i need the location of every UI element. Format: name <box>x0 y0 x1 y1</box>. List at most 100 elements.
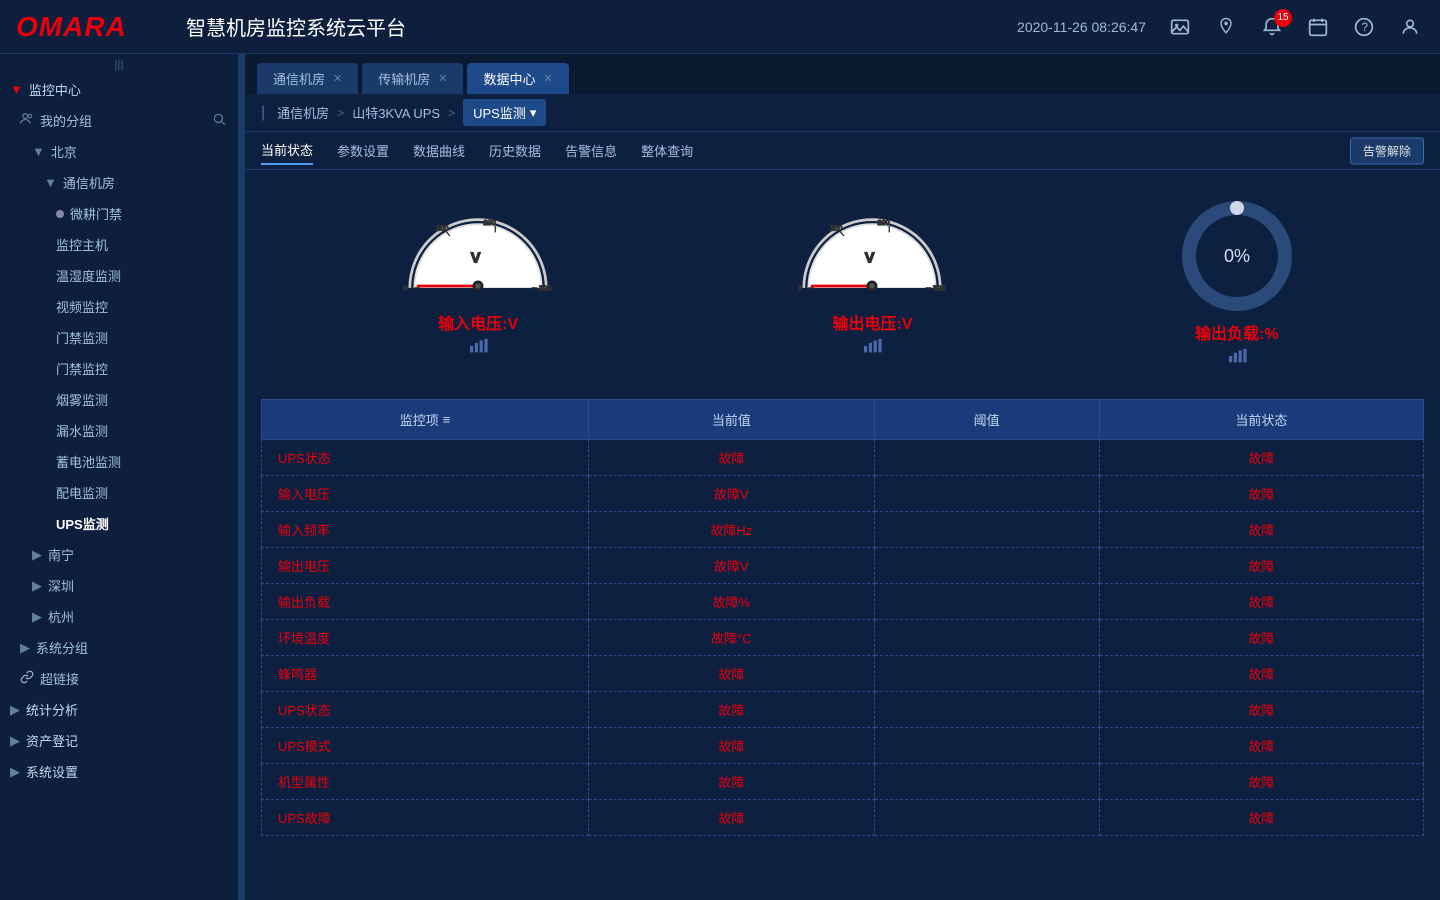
cell-current-value: 故障 <box>589 800 875 836</box>
tab-close-trans-room[interactable]: ✕ <box>438 72 447 85</box>
tab-close-comm-room[interactable]: ✕ <box>333 72 342 85</box>
calendar-icon[interactable] <box>1304 13 1332 41</box>
output-load-label: 输出负载:% <box>1195 320 1279 344</box>
table-row: 环境温度 故障°C 故障 <box>262 620 1424 656</box>
sub-tab-data-curve[interactable]: 数据曲线 <box>413 137 465 164</box>
cell-current-value: 故障°C <box>589 620 875 656</box>
breadcrumb-bar: | 通信机房 > 山特3KVA UPS > UPS监测 ▾ <box>245 94 1440 132</box>
sidebar-item-monitor-center[interactable]: ▼ 监控中心 <box>0 74 238 105</box>
sidebar-item-my-group[interactable]: 我的分组 <box>0 105 238 136</box>
output-voltage-chart-icon[interactable] <box>862 338 882 359</box>
main-layout: ||| ▼ 监控中心 我的分组 ▼ 北京 ▼ 通信机房 <box>0 54 1440 900</box>
cell-threshold <box>874 728 1099 764</box>
sub-tab-history-data[interactable]: 历史数据 <box>489 137 541 164</box>
svg-text:300: 300 <box>933 284 945 293</box>
sidebar-item-beijing[interactable]: ▼ 北京 <box>0 136 238 167</box>
cell-current-value: 故障 <box>589 728 875 764</box>
output-load-chart-icon[interactable] <box>1227 348 1247 369</box>
dot-icon <box>56 210 64 218</box>
image-icon[interactable] <box>1166 13 1194 41</box>
sub-tab-param-settings[interactable]: 参数设置 <box>337 137 389 164</box>
alert-dismiss-button[interactable]: 告警解除 <box>1350 137 1424 164</box>
sidebar-item-access-control[interactable]: 门禁监控 <box>0 353 238 384</box>
tab-trans-room[interactable]: 传输机房 ✕ <box>362 63 463 94</box>
sidebar-item-hyperlink[interactable]: 超链接 <box>0 663 238 694</box>
output-voltage-gauge: 0 100 200 300 V 输出电压:V <box>782 206 962 359</box>
sub-tab-overall-query[interactable]: 整体查询 <box>641 137 693 164</box>
tabs-bar: 通信机房 ✕ 传输机房 ✕ 数据中心 ✕ <box>245 54 1440 94</box>
cell-threshold <box>874 692 1099 728</box>
table-row: UPS模式 故障 故障 <box>262 728 1424 764</box>
input-voltage-svg: 0 100 200 300 V <box>388 206 568 306</box>
sub-tab-current-status[interactable]: 当前状态 <box>261 136 313 165</box>
sidebar-item-battery-monitor[interactable]: 蓄电池监测 <box>0 446 238 477</box>
sidebar-item-access-monitor[interactable]: 门禁监测 <box>0 322 238 353</box>
tab-close-data-center[interactable]: ✕ <box>543 72 552 85</box>
sidebar-item-shenzhen[interactable]: ▶ 深圳 <box>0 570 238 601</box>
cell-threshold <box>874 476 1099 512</box>
table-row: 机型属性 故障 故障 <box>262 764 1424 800</box>
arrow-icon: ▼ <box>10 82 23 97</box>
sort-icon[interactable]: ≡ <box>443 412 451 427</box>
input-voltage-chart-icon[interactable] <box>468 338 488 359</box>
tab-label: 传输机房 <box>378 69 430 88</box>
input-voltage-label: 输入电压:V <box>438 310 518 334</box>
cell-status: 故障 <box>1099 620 1423 656</box>
ring-value: 0% <box>1224 246 1250 266</box>
tab-comm-room[interactable]: 通信机房 ✕ <box>257 63 358 94</box>
cell-monitor-item: 机型属性 <box>262 764 589 800</box>
sub-tab-alert-info[interactable]: 告警信息 <box>565 137 617 164</box>
sidebar-item-smoke-monitor[interactable]: 烟雾监测 <box>0 384 238 415</box>
svg-text:0: 0 <box>404 284 408 293</box>
sidebar-item-label: 蓄电池监测 <box>56 452 121 471</box>
sidebar-item-label: 漏水监测 <box>56 421 108 440</box>
cell-monitor-item: 输入频率 <box>262 512 589 548</box>
dropdown-label: UPS监测 <box>473 103 526 122</box>
sidebar-item-comm-room[interactable]: ▼ 通信机房 <box>0 167 238 198</box>
sidebar-item-label: 我的分组 <box>40 111 92 130</box>
breadcrumb-ups[interactable]: 山特3KVA UPS <box>352 103 440 122</box>
sidebar-item-label: 杭州 <box>48 607 74 626</box>
svg-text:300: 300 <box>539 284 551 293</box>
help-icon[interactable]: ? <box>1350 13 1378 41</box>
sidebar-item-video-monitor[interactable]: 视频监控 <box>0 291 238 322</box>
svg-text:200: 200 <box>484 218 496 227</box>
table-row: 输入电压 故障V 故障 <box>262 476 1424 512</box>
user-icon[interactable] <box>1396 13 1424 41</box>
table-row: 输出电压 故障V 故障 <box>262 548 1424 584</box>
sidebar-item-hangzhou[interactable]: ▶ 杭州 <box>0 601 238 632</box>
cell-threshold <box>874 800 1099 836</box>
sidebar-item-stats[interactable]: ▶ 统计分析 <box>0 694 238 725</box>
cell-monitor-item: 环境温度 <box>262 620 589 656</box>
search-icon[interactable] <box>212 112 226 129</box>
cell-status: 故障 <box>1099 476 1423 512</box>
table-row: 蜂鸣器 故障 故障 <box>262 656 1424 692</box>
cell-current-value: 故障Hz <box>589 512 875 548</box>
alert-bell-icon[interactable]: 15 <box>1258 13 1286 41</box>
sidebar-item-monitor-host[interactable]: 监控主机 <box>0 229 238 260</box>
sidebar-item-sys-group[interactable]: ▶ 系统分组 <box>0 632 238 663</box>
sidebar-item-label: 烟雾监测 <box>56 390 108 409</box>
header-time: 2020-11-26 08:26:47 <box>1017 19 1146 35</box>
sidebar-item-assets[interactable]: ▶ 资产登记 <box>0 725 238 756</box>
arrow-right-icon: ▶ <box>20 640 30 656</box>
sidebar-item-temp-humidity[interactable]: 温湿度监测 <box>0 260 238 291</box>
breadcrumb-dropdown[interactable]: UPS监测 ▾ <box>463 99 546 126</box>
sidebar-item-power-monitor[interactable]: 配电监测 <box>0 477 238 508</box>
sidebar-item-label: UPS监测 <box>56 514 109 533</box>
sidebar-item-leak-monitor[interactable]: 漏水监测 <box>0 415 238 446</box>
sidebar-drag-handle[interactable]: ||| <box>0 54 238 74</box>
cell-threshold <box>874 512 1099 548</box>
cell-current-value: 故障 <box>589 764 875 800</box>
tab-data-center[interactable]: 数据中心 ✕ <box>467 63 568 94</box>
sidebar-item-sys-settings[interactable]: ▶ 系统设置 <box>0 756 238 787</box>
main-panel: 0 100 200 300 V <box>245 170 1440 900</box>
sidebar-item-label: 通信机房 <box>63 173 115 192</box>
sidebar-item-micro-gate[interactable]: 微耕门禁 <box>0 198 238 229</box>
location-icon[interactable] <box>1212 13 1240 41</box>
breadcrumb-comm-room[interactable]: 通信机房 <box>277 103 329 122</box>
table-row: UPS故障 故障 故障 <box>262 800 1424 836</box>
sidebar-item-nanning[interactable]: ▶ 南宁 <box>0 539 238 570</box>
header-title: 智慧机房监控系统云平台 <box>186 12 1017 41</box>
sidebar-item-ups-monitor[interactable]: UPS监测 <box>0 508 238 539</box>
